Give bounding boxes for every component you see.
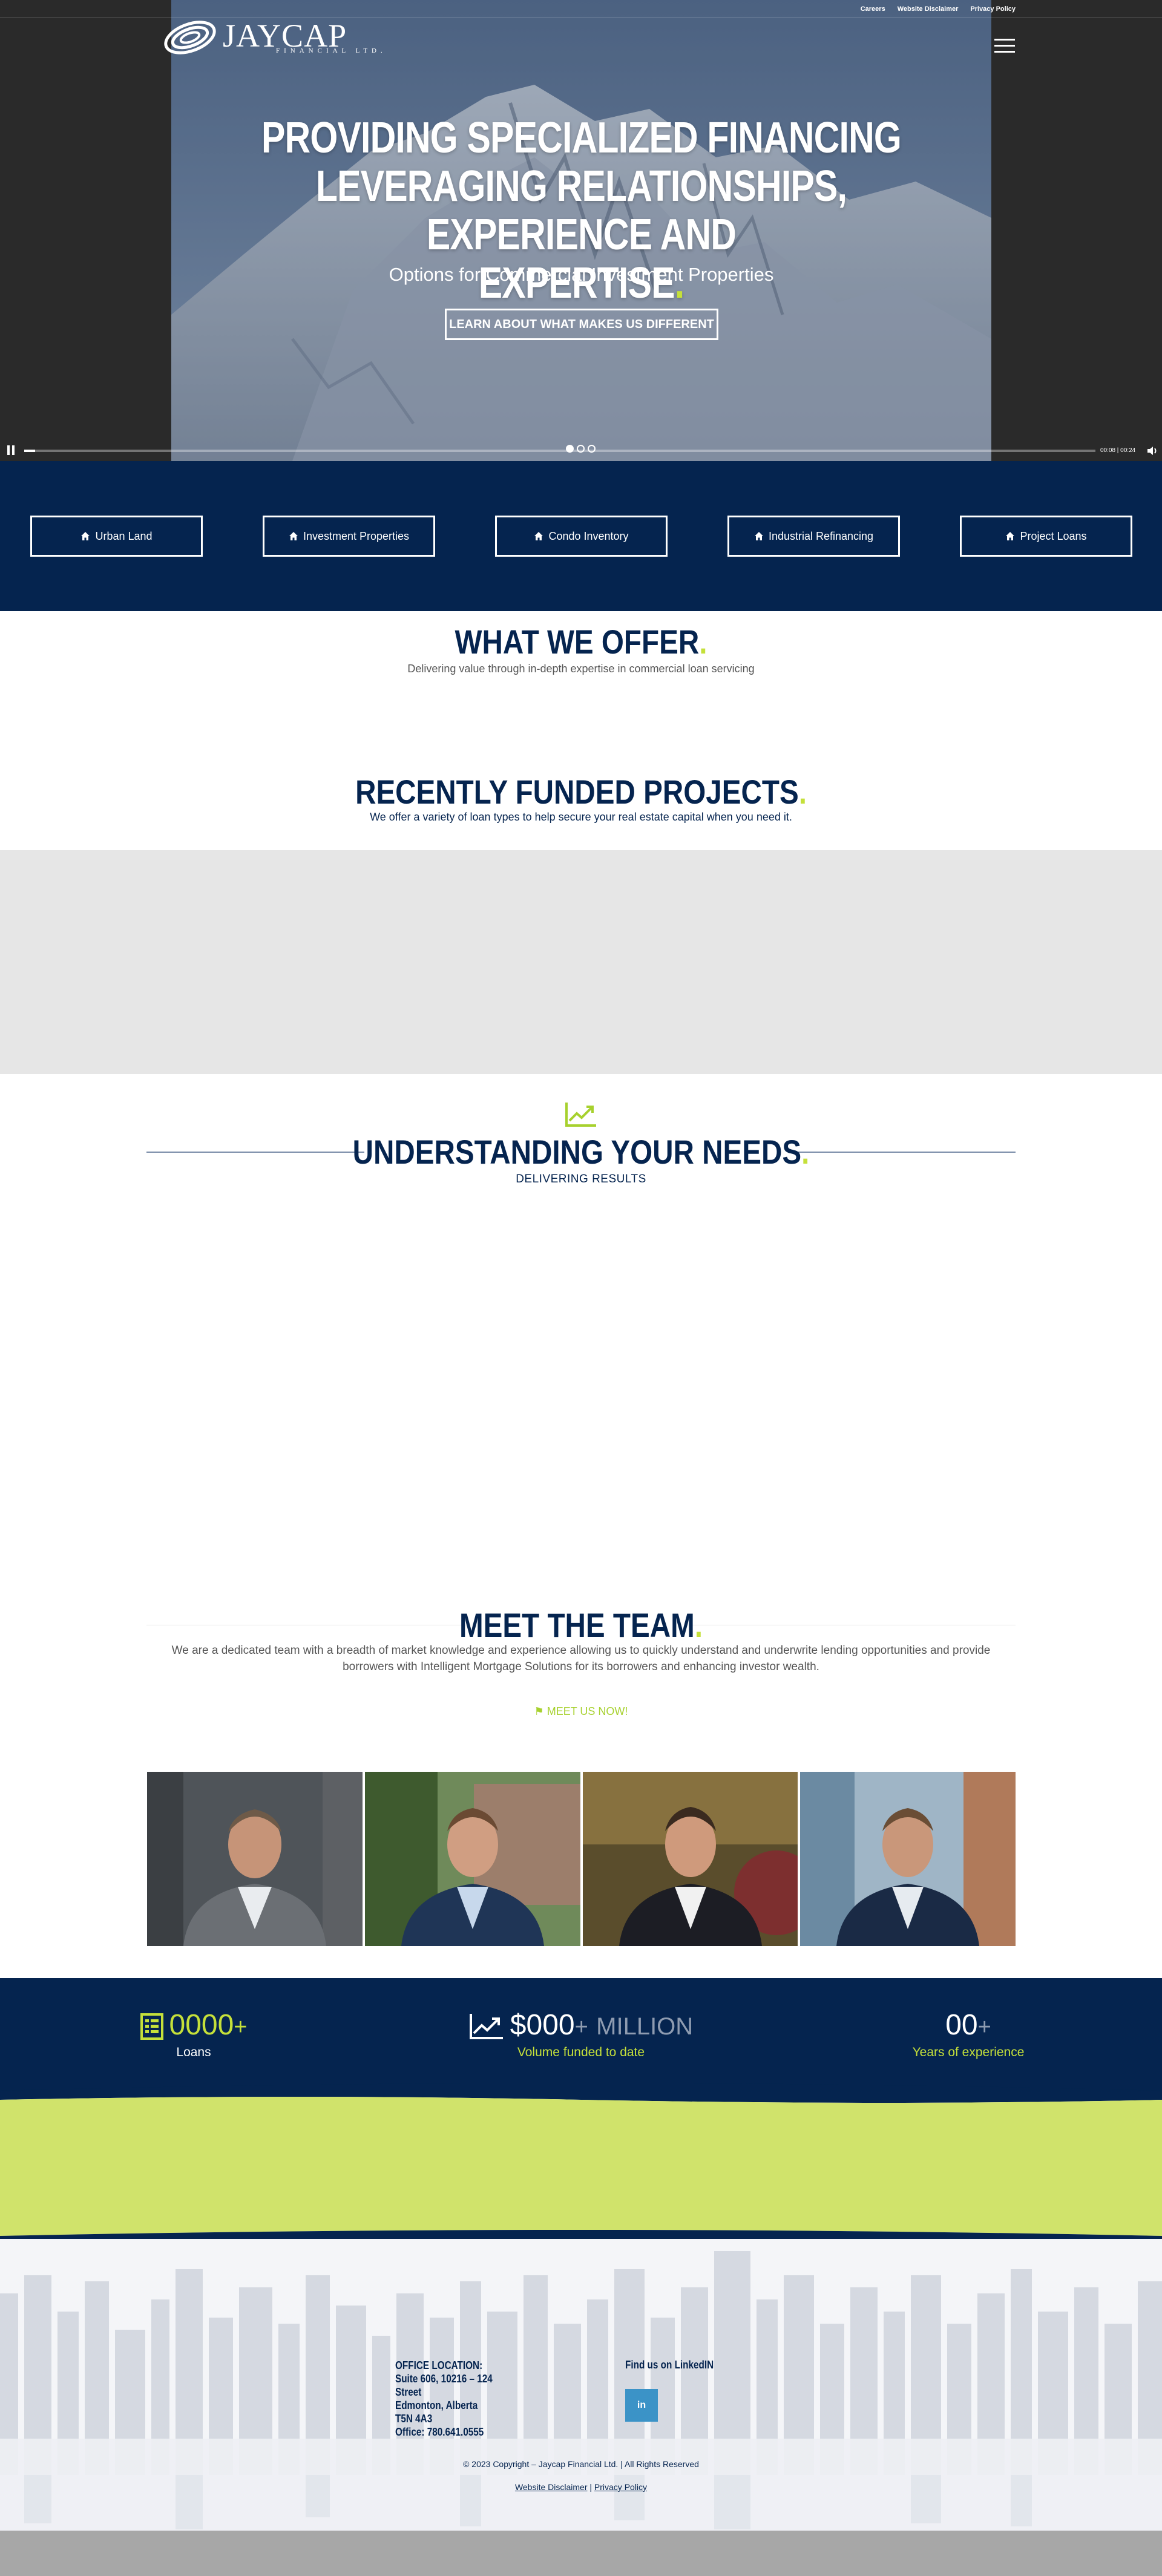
- category-investment-properties-button[interactable]: Investment Properties: [263, 516, 435, 557]
- copyright-text: © 2023 Copyright – Jaycap Financial Ltd.…: [463, 2459, 699, 2469]
- video-time: 00:08 | 00:24: [1100, 447, 1136, 454]
- footer-privacy-link[interactable]: Privacy Policy: [594, 2482, 647, 2492]
- stat-loans: 0000+ Loans: [97, 2008, 290, 2060]
- offer-section-subtitle: Delivering value through in-depth expert…: [407, 663, 755, 675]
- category-project-loans-button[interactable]: Project Loans: [960, 516, 1132, 557]
- office-address: OFFICE LOCATION: Suite 606, 10216 – 124 …: [395, 2359, 493, 2438]
- hamburger-menu-icon[interactable]: [994, 38, 1015, 54]
- offer-section-title: WHAT WE OFFER.: [455, 623, 707, 661]
- loan-category-band: Urban Land Investment Properties Condo I…: [0, 461, 1162, 611]
- megaphone-icon: ⚑: [534, 1705, 544, 1717]
- site-logo[interactable]: JAYCAP FINANCIAL LTD.: [162, 19, 387, 56]
- hero-subtitle: Options for Commercial Investment Proper…: [389, 264, 774, 285]
- home-icon: [1006, 532, 1015, 540]
- page-bottom-bar: [0, 2531, 1162, 2576]
- home-icon: [534, 532, 543, 540]
- home-icon: [289, 532, 298, 540]
- brand-name: JAYCAP: [223, 18, 347, 54]
- hero-slider: Careers Website Disclaimer Privacy Polic…: [0, 0, 1162, 461]
- stats-band: 0000+ Loans $000+ MILLION Volume funded …: [0, 1978, 1162, 2091]
- logo-swirl-icon: [164, 21, 216, 54]
- team-member-photo[interactable]: [800, 1772, 1016, 1946]
- pause-icon[interactable]: [7, 445, 16, 455]
- stat-label: Loans: [176, 2045, 211, 2059]
- team-photo-row: [147, 1772, 1016, 1946]
- footer-legal-links: Website Disclaimer | Privacy Policy: [514, 2482, 648, 2492]
- projects-section-subtitle: We offer a variety of loan types to help…: [370, 811, 792, 823]
- chart-line-icon: [469, 2013, 503, 2039]
- privacy-policy-link[interactable]: Privacy Policy: [970, 5, 1016, 13]
- stat-volume: $000+ MILLION Volume funded to date: [430, 2008, 732, 2060]
- meet-us-link[interactable]: ⚑ MEET US NOW!: [0, 1705, 1162, 1718]
- list-icon: [140, 2013, 163, 2040]
- volume-icon[interactable]: [1147, 446, 1158, 456]
- team-member-photo[interactable]: [582, 1772, 798, 1946]
- team-member-photo[interactable]: [147, 1772, 363, 1946]
- projects-gallery-area: [0, 850, 1162, 1074]
- team-member-photo[interactable]: [364, 1772, 580, 1946]
- website-disclaimer-link[interactable]: Website Disclaimer: [898, 5, 959, 13]
- projects-section-title: RECENTLY FUNDED PROJECTS.: [355, 773, 807, 811]
- chart-line-icon: [565, 1103, 596, 1127]
- linkedin-icon[interactable]: in: [625, 2389, 658, 2422]
- team-section-title: MEET THE TEAM.: [459, 1606, 703, 1644]
- category-urban-land-button[interactable]: Urban Land: [30, 516, 203, 557]
- top-bar: Careers Website Disclaimer Privacy Polic…: [0, 0, 1162, 18]
- home-icon: [754, 532, 763, 540]
- learn-more-button[interactable]: LEARN ABOUT WHAT MAKES US DIFFERENT: [445, 309, 718, 340]
- lime-wave-band: [0, 2083, 1162, 2251]
- linkedin-heading: Find us on LinkedIN: [625, 2359, 714, 2371]
- needs-section-title: UNDERSTANDING YOUR NEEDS.: [352, 1133, 810, 1171]
- footer-disclaimer-link[interactable]: Website Disclaimer: [515, 2482, 588, 2492]
- video-progress-bar[interactable]: [24, 450, 1095, 452]
- careers-link[interactable]: Careers: [861, 5, 885, 13]
- team-description: We are a dedicated team with a breadth o…: [171, 1644, 991, 1673]
- video-controls: 00:08 | 00:24: [0, 442, 1162, 460]
- home-icon: [81, 532, 90, 540]
- brand-tagline: FINANCIAL LTD.: [276, 47, 387, 54]
- category-industrial-refinancing-button[interactable]: Industrial Refinancing: [727, 516, 900, 557]
- needs-section-subtitle: DELIVERING RESULTS: [516, 1173, 646, 1185]
- stat-label: Volume funded to date: [517, 2045, 645, 2059]
- category-condo-inventory-button[interactable]: Condo Inventory: [495, 516, 668, 557]
- stat-label: Years of experience: [912, 2045, 1025, 2059]
- stat-years: 00+ Years of experience: [872, 2008, 1065, 2060]
